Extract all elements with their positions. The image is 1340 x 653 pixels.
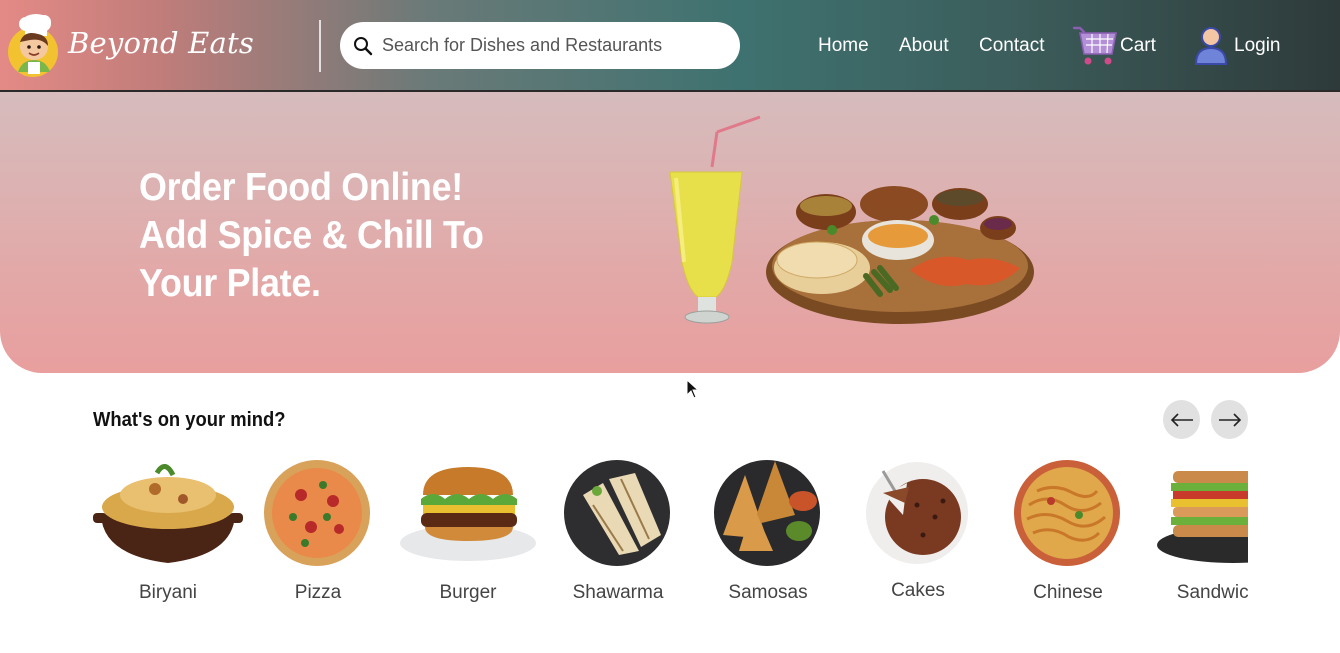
burger-image — [400, 467, 536, 561]
hero-banner: Order Food Online! Add Spice & Chill To … — [0, 92, 1340, 373]
nav-about[interactable]: About — [899, 35, 949, 57]
category-label: Samosas — [728, 582, 808, 603]
search-icon[interactable] — [348, 31, 378, 61]
category-item-cakes[interactable]: Cakes — [843, 455, 993, 615]
carousel-prev-button[interactable] — [1163, 400, 1200, 439]
cart-icon[interactable] — [1072, 24, 1118, 66]
category-label: Pizza — [294, 582, 342, 603]
category-label: Burger — [439, 582, 497, 603]
category-label: Shawarma — [572, 582, 664, 603]
category-label: Chinese — [1033, 582, 1103, 603]
chinese-image — [1014, 460, 1120, 566]
category-item-samosas[interactable]: Samosas — [693, 455, 843, 615]
hero-line-3: Your Plate. — [139, 262, 321, 305]
category-item-sandwich[interactable]: Sandwich — [1143, 455, 1248, 615]
food-platter-image — [766, 186, 1034, 324]
cakes-image — [866, 462, 968, 564]
category-label: Cakes — [891, 580, 945, 601]
search-input[interactable] — [382, 35, 722, 56]
mouse-cursor-icon — [686, 379, 700, 399]
chef-logo-icon[interactable] — [6, 12, 60, 78]
nav-contact[interactable]: Contact — [979, 35, 1044, 57]
nav-cart[interactable]: Cart — [1120, 35, 1156, 57]
pizza-image — [264, 460, 370, 566]
user-icon[interactable] — [1194, 26, 1228, 66]
category-carousel: Biryani Pizza Burger Shawarma Samosas Ca… — [93, 455, 1248, 615]
nav-home[interactable]: Home — [818, 35, 869, 57]
biryani-image — [93, 464, 243, 563]
category-item-shawarma[interactable]: Shawarma — [543, 455, 693, 615]
header-divider — [319, 20, 321, 72]
nav-login[interactable]: Login — [1234, 35, 1281, 57]
category-item-pizza[interactable]: Pizza — [243, 455, 393, 615]
carousel-next-button[interactable] — [1211, 400, 1248, 439]
samosas-image — [714, 460, 820, 566]
hero-line-1: Order Food Online! — [139, 166, 463, 209]
shawarma-image — [564, 460, 670, 566]
section-title: What's on your mind? — [93, 409, 286, 431]
category-item-biryani[interactable]: Biryani — [93, 455, 243, 615]
mango-lassi-image — [669, 115, 761, 324]
hero-title: Order Food Online! Add Spice & Chill To … — [139, 164, 484, 308]
hero-line-2: Add Spice & Chill To — [139, 214, 484, 257]
category-label: Sandwich — [1176, 582, 1248, 603]
category-item-burger[interactable]: Burger — [393, 455, 543, 615]
category-item-chinese[interactable]: Chinese — [993, 455, 1143, 615]
category-label: Biryani — [138, 582, 198, 603]
arrow-left-icon — [1170, 412, 1193, 427]
search-bar[interactable] — [340, 22, 740, 69]
sandwich-image — [1157, 471, 1248, 563]
brand-name[interactable]: Beyond Eats — [68, 26, 254, 60]
arrow-right-icon — [1218, 412, 1241, 427]
top-navbar: Beyond Eats Home About Contact Cart Logi… — [0, 0, 1340, 92]
